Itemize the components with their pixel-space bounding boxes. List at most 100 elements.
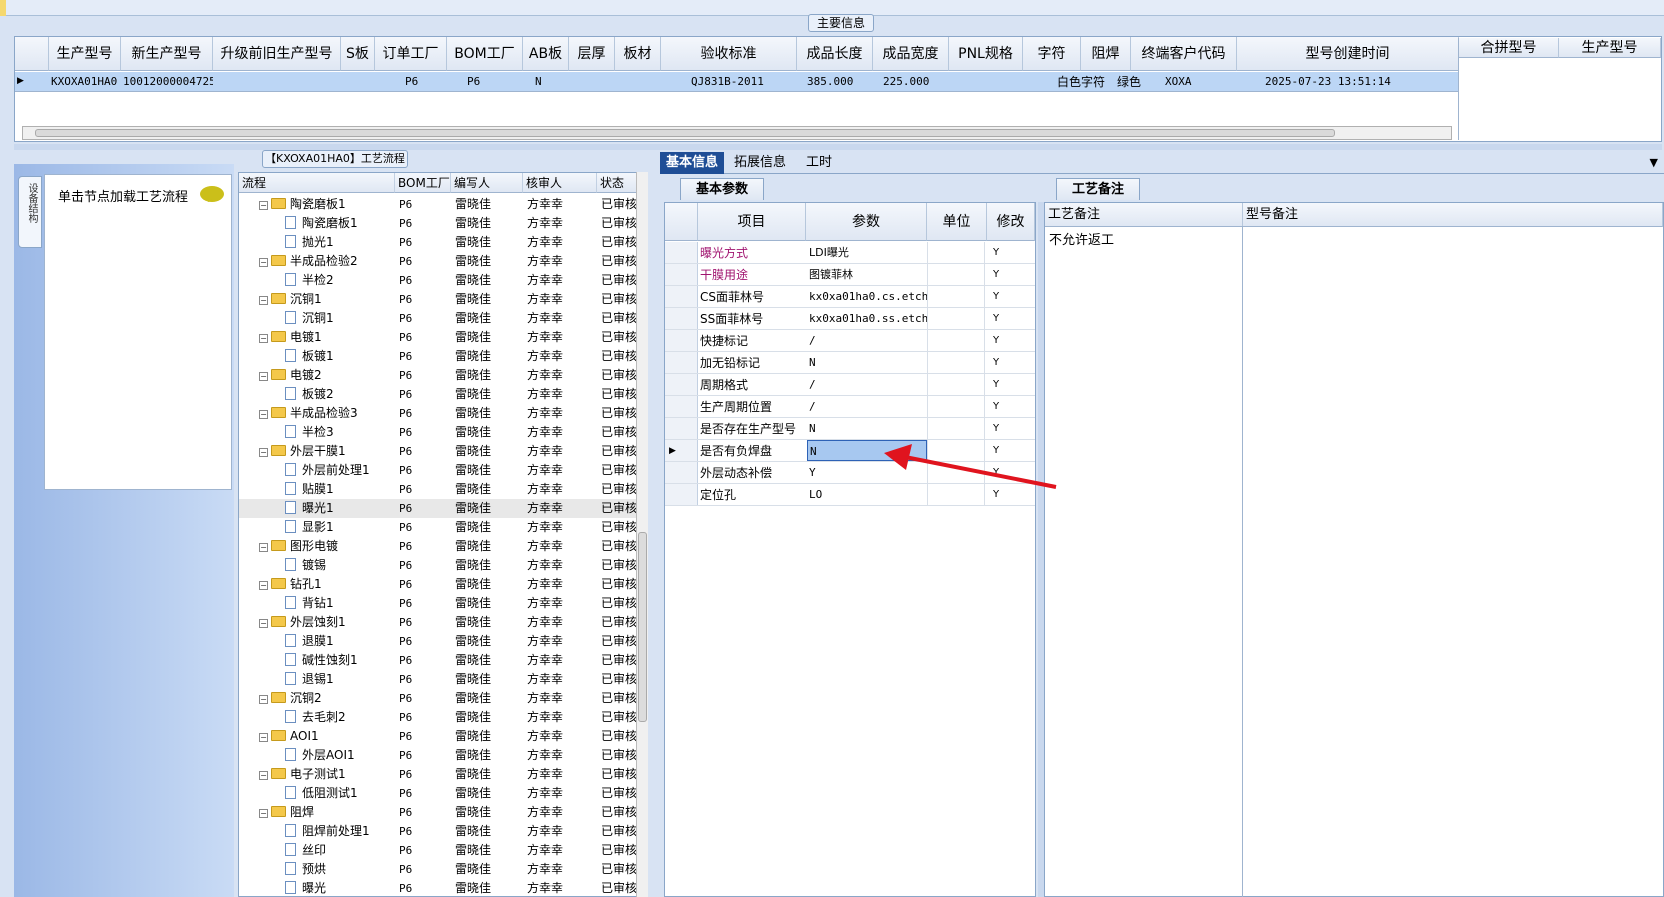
flow-bom-cell[interactable]: P6 — [399, 423, 449, 442]
collapse-icon[interactable]: − — [259, 334, 268, 343]
flow-row[interactable]: 预烘 P6 雷晓佳 方幸幸 已审核 — [239, 860, 647, 879]
param-row[interactable]: 加无铅标记 N Y — [665, 352, 1035, 374]
basic-params-grid[interactable]: 项目 参数 单位 修改 曝光方式 LDI曝光 Y 干膜用途 图镀菲林 Y CS面菲林号 kx0… — [664, 202, 1036, 897]
col-solder-mask[interactable]: 阻焊 — [1081, 37, 1131, 71]
flow-bom-cell[interactable]: P6 — [399, 670, 449, 689]
flow-reviewer-cell[interactable]: 方幸幸 — [527, 651, 593, 670]
flow-row[interactable]: − 沉铜2 P6 雷晓佳 方幸幸 已审核 — [239, 689, 647, 708]
flow-node-name[interactable]: − 外层蚀刻1 — [259, 613, 395, 632]
param-value[interactable]: Y — [807, 462, 927, 483]
flow-bom-cell[interactable]: P6 — [399, 252, 449, 271]
flow-bom-cell[interactable]: P6 — [399, 708, 449, 727]
flow-writer-cell[interactable]: 雷晓佳 — [455, 537, 521, 556]
flow-node-name[interactable]: 背钻1 — [285, 594, 395, 613]
flow-bom-cell[interactable]: P6 — [399, 632, 449, 651]
cell-production-model[interactable]: KXOXA01HA0 — [49, 72, 121, 92]
flow-row[interactable]: − 陶瓷磨板1 P6 雷晓佳 方幸幸 已审核 — [239, 195, 647, 214]
flow-row[interactable]: − 沉铜1 P6 雷晓佳 方幸幸 已审核 — [239, 290, 647, 309]
flow-writer-cell[interactable]: 雷晓佳 — [455, 309, 521, 328]
row-indicator[interactable] — [665, 264, 698, 285]
cell-product-width[interactable]: 225.000 — [873, 72, 949, 92]
flow-row[interactable]: − 电镀2 P6 雷晓佳 方幸幸 已审核 — [239, 366, 647, 385]
flow-bom-cell[interactable]: P6 — [399, 651, 449, 670]
row-indicator[interactable] — [665, 374, 698, 395]
flow-node-name[interactable]: 低阻测试1 — [285, 784, 395, 803]
flow-writer-cell[interactable]: 雷晓佳 — [455, 442, 521, 461]
flow-node-name[interactable]: 去毛刺2 — [285, 708, 395, 727]
param-unit[interactable] — [927, 374, 985, 395]
flow-writer-cell[interactable]: 雷晓佳 — [455, 708, 521, 727]
flow-row[interactable]: − 半成品检验2 P6 雷晓佳 方幸幸 已审核 — [239, 252, 647, 271]
flow-row[interactable]: 背钻1 P6 雷晓佳 方幸幸 已审核 — [239, 594, 647, 613]
flow-reviewer-cell[interactable]: 方幸幸 — [527, 841, 593, 860]
flow-reviewer-cell[interactable]: 方幸幸 — [527, 670, 593, 689]
flow-vertical-scrollbar[interactable] — [636, 172, 648, 897]
param-unit[interactable] — [927, 352, 985, 373]
col-character[interactable]: 字符 — [1023, 37, 1081, 71]
flow-writer-cell[interactable]: 雷晓佳 — [455, 765, 521, 784]
param-modify[interactable]: Y — [987, 374, 1035, 396]
cell-character[interactable]: 白色字符 — [1055, 72, 1115, 92]
flow-reviewer-cell[interactable]: 方幸幸 — [527, 689, 593, 708]
flow-bom-cell[interactable]: P6 — [399, 233, 449, 252]
col-modify[interactable]: 修改 — [987, 203, 1035, 241]
tab-work-hours[interactable]: 工时 — [800, 152, 838, 174]
param-modify[interactable]: Y — [987, 330, 1035, 352]
flow-bom-cell[interactable]: P6 — [399, 366, 449, 385]
horizontal-scrollbar[interactable] — [22, 126, 1452, 140]
param-row[interactable]: 定位孔 LO Y — [665, 484, 1035, 506]
flow-bom-cell[interactable]: P6 — [399, 613, 449, 632]
flow-bom-cell[interactable]: P6 — [399, 746, 449, 765]
flow-bom-cell[interactable]: P6 — [399, 689, 449, 708]
col-param[interactable]: 参数 — [806, 203, 927, 241]
flow-writer-cell[interactable]: 雷晓佳 — [455, 233, 521, 252]
flow-writer-cell[interactable]: 雷晓佳 — [455, 822, 521, 841]
flow-row[interactable]: 去毛刺2 P6 雷晓佳 方幸幸 已审核 — [239, 708, 647, 727]
flow-bom-cell[interactable]: P6 — [399, 309, 449, 328]
collapse-icon[interactable]: − — [259, 771, 268, 780]
param-unit[interactable] — [927, 440, 985, 461]
param-value[interactable]: N — [807, 440, 927, 461]
flow-row[interactable]: 镀锡 P6 雷晓佳 方幸幸 已审核 — [239, 556, 647, 575]
param-unit[interactable] — [927, 418, 985, 439]
flow-reviewer-cell[interactable]: 方幸幸 — [527, 233, 593, 252]
param-row[interactable]: ▶ 是否有负焊盘 N Y — [665, 440, 1035, 462]
scrollbar-thumb[interactable] — [35, 129, 1335, 137]
flow-node-name[interactable]: − 半成品检验2 — [259, 252, 395, 271]
param-modify[interactable]: Y — [987, 484, 1035, 506]
cell-bom-factory[interactable]: P6 — [447, 72, 523, 92]
flow-node-name[interactable]: − 电镀2 — [259, 366, 395, 385]
flow-row[interactable]: − 图形电镀 P6 雷晓佳 方幸幸 已审核 — [239, 537, 647, 556]
flow-reviewer-cell[interactable]: 方幸幸 — [527, 784, 593, 803]
flow-row[interactable]: 碱性蚀刻1 P6 雷晓佳 方幸幸 已审核 — [239, 651, 647, 670]
flow-reviewer-cell[interactable]: 方幸幸 — [527, 461, 593, 480]
flow-bom-cell[interactable]: P6 — [399, 537, 449, 556]
collapse-icon[interactable]: − — [259, 201, 268, 210]
notes-panel[interactable]: 工艺备注 型号备注 不允许返工 — [1044, 202, 1664, 897]
collapse-icon[interactable]: − — [259, 296, 268, 305]
flow-reviewer-cell[interactable]: 方幸幸 — [527, 480, 593, 499]
flow-bom-cell[interactable]: P6 — [399, 385, 449, 404]
flow-writer-cell[interactable]: 雷晓佳 — [455, 366, 521, 385]
flow-node-name[interactable]: 贴膜1 — [285, 480, 395, 499]
param-row[interactable]: 曝光方式 LDI曝光 Y — [665, 242, 1035, 264]
collapse-icon[interactable]: − — [259, 372, 268, 381]
col-s-board[interactable]: S板 — [341, 37, 375, 71]
param-row[interactable]: 干膜用途 图镀菲林 Y — [665, 264, 1035, 286]
param-value[interactable]: 图镀菲林 — [807, 264, 927, 285]
flow-reviewer-cell[interactable]: 方幸幸 — [527, 423, 593, 442]
flow-writer-cell[interactable]: 雷晓佳 — [455, 404, 521, 423]
flow-bom-cell[interactable]: P6 — [399, 461, 449, 480]
flow-node-name[interactable]: 半检2 — [285, 271, 395, 290]
sidebar-tab[interactable]: 设备结构 — [18, 176, 42, 248]
param-modify[interactable]: Y — [987, 352, 1035, 374]
flow-writer-cell[interactable]: 雷晓佳 — [455, 480, 521, 499]
cell-order-factory[interactable]: P6 — [375, 72, 447, 92]
flow-bom-cell[interactable]: P6 — [399, 803, 449, 822]
flow-writer-cell[interactable]: 雷晓佳 — [455, 860, 521, 879]
cell-product-length[interactable]: 385.000 — [797, 72, 873, 92]
flow-row[interactable]: 退锡1 P6 雷晓佳 方幸幸 已审核 — [239, 670, 647, 689]
flow-node-name[interactable]: − 沉铜2 — [259, 689, 395, 708]
flow-row[interactable]: 低阻测试1 P6 雷晓佳 方幸幸 已审核 — [239, 784, 647, 803]
flow-node-name[interactable]: − 半成品检验3 — [259, 404, 395, 423]
